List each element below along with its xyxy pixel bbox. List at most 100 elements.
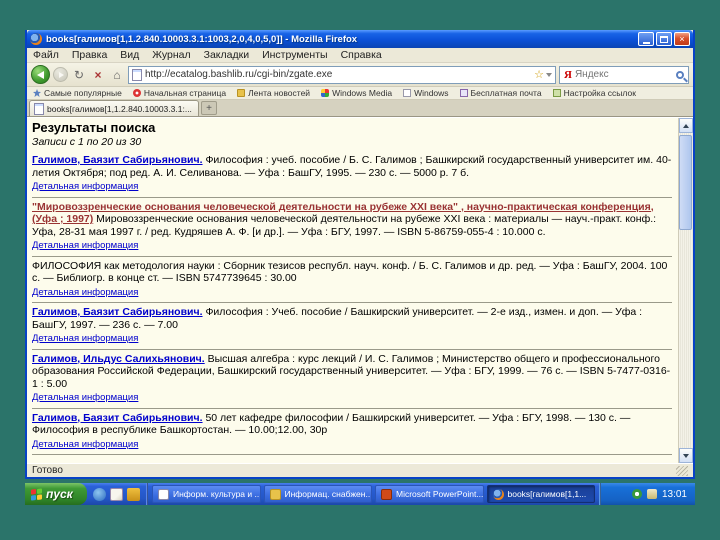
separator — [32, 454, 672, 455]
flower-icon — [132, 89, 141, 97]
tab-favicon — [34, 102, 44, 115]
details-link[interactable]: Детальная информация — [32, 287, 138, 300]
new-tab-button[interactable]: + — [201, 101, 217, 115]
menu-view[interactable]: Вид — [120, 49, 139, 61]
document-icon — [158, 488, 169, 500]
menu-tools[interactable]: Инструменты — [262, 49, 327, 61]
scrollbar-thumb[interactable] — [679, 135, 692, 230]
firefox-icon — [492, 488, 504, 500]
start-label: пуск — [46, 487, 73, 501]
resize-grip[interactable] — [676, 465, 688, 476]
bookmarks-toolbar: Самые популярные Начальная страница Лент… — [27, 87, 693, 100]
search-box[interactable]: Я — [559, 65, 689, 84]
stop-icon[interactable]: × — [90, 67, 106, 83]
bookmark-windows-media[interactable]: Windows Media — [321, 88, 392, 98]
menu-history[interactable]: Журнал — [152, 49, 190, 61]
search-input[interactable] — [574, 69, 673, 80]
window-titlebar[interactable]: books[галимов[1,1.2.840.10003.3.1:1003,2… — [27, 30, 693, 48]
refresh-icon[interactable]: ↻ — [71, 67, 87, 83]
details-link[interactable]: Детальная информация — [32, 333, 138, 346]
details-link[interactable]: Детальная информация — [32, 439, 138, 452]
status-text: Готово — [32, 465, 63, 476]
start-button[interactable]: пуск — [25, 483, 87, 505]
separator — [32, 255, 672, 257]
bookmark-news-feed[interactable]: Лента новостей — [237, 88, 310, 98]
menu-file[interactable]: Файл — [33, 49, 59, 61]
folder-icon — [269, 488, 281, 500]
result-entry: Галимов, Баязит Сабирьянович. 50 лет каф… — [32, 412, 672, 452]
minimize-button[interactable] — [638, 32, 654, 46]
forward-icon[interactable] — [53, 67, 68, 82]
result-entry: Галимов, Баязит Сабирьянович. Философия … — [32, 154, 672, 194]
bookmark-most-visited[interactable]: Самые популярные — [33, 88, 122, 98]
result-entry: Галимов, Ильдус Салихьянович. Высшая алг… — [32, 353, 672, 405]
system-tray: 13:01 — [599, 483, 695, 505]
task-button-folder[interactable]: Информац. снабжен... — [263, 485, 372, 503]
firefox-window: books[галимов[1,1.2.840.10003.3.1:1003,2… — [25, 30, 695, 479]
vertical-scrollbar[interactable] — [678, 118, 693, 463]
results-range-note: Записи с 1 по 20 из 30 — [32, 135, 142, 148]
tab-label: books[галимов[1,1.2.840.10003.3.1:... — [47, 103, 192, 114]
quick-launch-bar — [87, 483, 148, 505]
bookmark-customize-links[interactable]: Настройка ссылок — [552, 88, 636, 98]
entry-text: ФИЛОСОФИЯ как методология науки : Сборни… — [32, 259, 668, 285]
scroll-up-icon[interactable] — [679, 118, 693, 133]
menu-bookmarks[interactable]: Закладки — [204, 49, 249, 61]
status-bar: Готово — [27, 463, 693, 477]
powerpoint-icon — [381, 488, 392, 500]
address-bar[interactable]: http://ecatalog.bashlib.ru/cgi-bin/zgate… — [128, 65, 556, 84]
task-button-powerpoint[interactable]: Microsoft PowerPoint... — [375, 485, 484, 503]
separator — [32, 348, 672, 350]
menu-help[interactable]: Справка — [341, 49, 382, 61]
entry-text: Мировоззренческие основания человеческой… — [32, 213, 657, 238]
windows-logo-icon — [31, 487, 42, 501]
navigation-toolbar: ↻ × ⌂ http://ecatalog.bashlib.ru/cgi-bin… — [27, 63, 693, 87]
search-results-page: Результаты поиска Записи с 1 по 20 из 30… — [27, 118, 678, 463]
tab-search-results[interactable]: books[галимов[1,1.2.840.10003.3.1:... — [29, 100, 199, 116]
home-icon[interactable]: ⌂ — [109, 67, 125, 83]
page-icon — [403, 89, 412, 97]
bookmark-getting-started[interactable]: Начальная страница — [132, 88, 226, 98]
result-entry: Галимов, Баязит Сабирьянович. Философия … — [32, 306, 672, 346]
tray-icon-2[interactable] — [646, 489, 657, 499]
star-folder-icon — [33, 89, 41, 97]
quick-launch-icon-2[interactable] — [110, 487, 123, 501]
taskbar-clock: 13:01 — [661, 488, 687, 500]
quick-launch-icon-1[interactable] — [93, 487, 106, 501]
task-buttons: Информ. культура и ... Информац. снабжен… — [148, 483, 599, 505]
details-link[interactable]: Детальная информация — [32, 181, 138, 194]
author-link[interactable]: Галимов, Баязит Сабирьянович. — [32, 154, 203, 166]
close-button[interactable]: × — [674, 32, 690, 46]
mail-icon — [459, 89, 468, 97]
folder-icon — [237, 89, 246, 97]
author-link[interactable]: Галимов, Баязит Сабирьянович. — [32, 306, 203, 318]
menu-edit[interactable]: Правка — [72, 49, 107, 61]
task-button-doc[interactable]: Информ. культура и ... — [152, 485, 261, 503]
details-link[interactable]: Детальная информация — [32, 240, 138, 253]
scroll-down-icon[interactable] — [679, 448, 693, 463]
scrollbar-track[interactable] — [679, 133, 693, 448]
separator — [32, 196, 672, 198]
bookmark-windows[interactable]: Windows — [403, 88, 449, 98]
page-title: Результаты поиска — [32, 120, 156, 135]
content-area: Результаты поиска Записи с 1 по 20 из 30… — [27, 117, 693, 463]
links-folder-icon — [552, 89, 561, 97]
search-icon[interactable] — [676, 70, 684, 79]
separator — [32, 407, 672, 409]
url-text[interactable]: http://ecatalog.bashlib.ru/cgi-bin/zgate… — [145, 69, 531, 80]
tab-bar: books[галимов[1,1.2.840.10003.3.1:... + — [27, 100, 693, 117]
page-icon — [132, 68, 142, 81]
separator — [32, 302, 672, 303]
back-icon[interactable] — [31, 65, 50, 84]
tray-icon-1[interactable] — [631, 489, 642, 499]
quick-launch-icon-3[interactable] — [127, 487, 140, 501]
bookmark-star-icon[interactable]: ☆ — [534, 68, 552, 81]
window-title: books[галимов[1,1.2.840.10003.3.1:1003,2… — [46, 33, 358, 45]
details-link[interactable]: Детальная информация — [32, 392, 138, 405]
author-link[interactable]: Галимов, Баязит Сабирьянович. — [32, 412, 203, 424]
author-link[interactable]: Галимов, Ильдус Салихьянович. — [32, 353, 205, 365]
maximize-button[interactable] — [656, 32, 672, 46]
task-button-firefox[interactable]: books[галимов[1,1... — [486, 485, 595, 503]
bookmark-free-mail[interactable]: Бесплатная почта — [459, 88, 542, 98]
result-entry: ФИЛОСОФИЯ как методология науки : Сборни… — [32, 260, 672, 300]
